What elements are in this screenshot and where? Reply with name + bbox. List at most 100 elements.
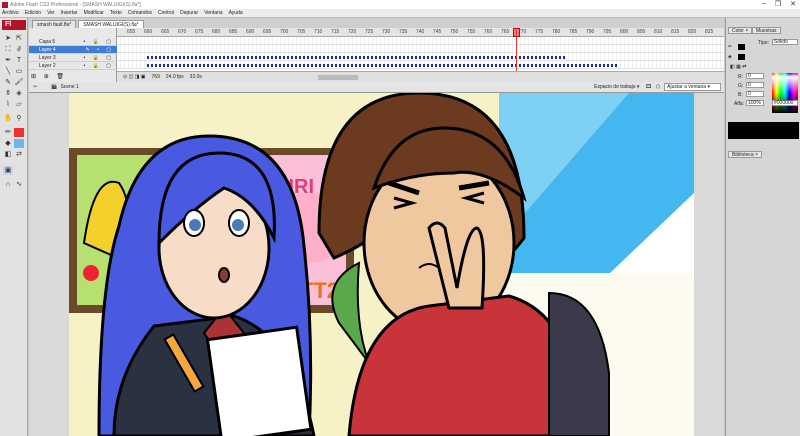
fill-bucket-icon[interactable]: ◈	[728, 54, 732, 60]
pencil-tool-icon[interactable]: ✎	[3, 78, 13, 87]
frame-ruler[interactable]: 655 660 665 670 675 680 685 690 695 700 705 710 715 7…	[117, 28, 724, 37]
selection-tool-icon[interactable]: ➤	[3, 34, 13, 43]
b-input[interactable]: 0	[746, 91, 764, 97]
ruler-tick: 700	[280, 29, 289, 35]
menu-edicion[interactable]: Edición	[25, 10, 41, 16]
free-transform-icon[interactable]: ⛶	[3, 45, 13, 54]
tab-color[interactable]: Color ×	[728, 27, 753, 34]
add-layer-icon[interactable]: ⊞ ⊕ 🗑	[31, 73, 67, 80]
subselection-tool-icon[interactable]: ⇱	[14, 34, 24, 43]
menu-insertar[interactable]: Insertar	[61, 10, 78, 16]
menu-comandos[interactable]: Comandos	[128, 10, 152, 16]
ruler-tick: 755	[467, 29, 476, 35]
menu-texto[interactable]: Texto	[110, 10, 122, 16]
snap-icon[interactable]: ∩	[3, 180, 13, 189]
layer-row[interactable]: Capa 5 • 🔒 ▢	[29, 38, 117, 46]
layer-visibility-lock-icon[interactable]: • 🔒 ▢	[84, 54, 114, 62]
line-tool-icon[interactable]: ╲	[3, 67, 13, 76]
layer-row[interactable]: Layer 2 • 🔒 ▢	[29, 62, 117, 70]
layer-row-selected[interactable]: Layer 4 ✎ • ▢	[29, 46, 117, 54]
layer-visibility-lock-icon[interactable]: • 🔒 ▢	[84, 38, 114, 46]
menu-ventana[interactable]: Ventana	[204, 10, 222, 16]
stroke-pencil-icon[interactable]: ✏	[728, 44, 732, 50]
menu-archivo[interactable]: Archivo	[2, 10, 19, 16]
swap-colors-icon[interactable]: ⇄	[14, 150, 24, 159]
hex-input[interactable]: #000000	[772, 100, 798, 106]
close-button[interactable]: ✕	[790, 0, 796, 8]
stroke-swatch[interactable]	[738, 44, 745, 50]
paint-bucket-icon[interactable]: ◈	[14, 89, 24, 98]
stroke-color-icon[interactable]: ✏	[3, 128, 13, 137]
fill-swatch[interactable]	[738, 54, 745, 60]
zoom-select[interactable]: Ajustar a ventana ▾	[664, 83, 721, 91]
ruler-tick: 805	[637, 29, 646, 35]
menu-modificar[interactable]: Modificar	[84, 10, 104, 16]
menu-depurar[interactable]: Depurar	[180, 10, 198, 16]
tab-muestras[interactable]: Muestras	[752, 27, 781, 34]
tab-smash-waluigi[interactable]: SMASH WALUIGI(S).fla*	[78, 20, 144, 28]
frame-row[interactable]	[117, 53, 724, 61]
brush-tool-icon[interactable]: 🖌	[14, 78, 24, 87]
timeline-scrollbar[interactable]	[317, 74, 358, 80]
layer-visibility-lock-icon[interactable]: • 🔒 ▢	[84, 62, 114, 70]
r-input[interactable]: 0	[746, 73, 764, 79]
frame-row[interactable]	[117, 37, 724, 45]
ruler-tick: 710	[314, 29, 323, 35]
audio-waveform	[147, 64, 617, 67]
type-select[interactable]: Sólido	[772, 39, 798, 45]
tab-biblioteca[interactable]: Biblioteca ×	[728, 151, 762, 158]
zoom-tool-icon[interactable]: ⚲	[14, 114, 24, 123]
back-arrow-icon[interactable]: ⇦	[33, 84, 37, 90]
pen-tool-icon[interactable]: ✒	[3, 56, 13, 65]
audio-waveform	[147, 56, 567, 59]
default-swap-icon[interactable]: ◧ ▦ ⇄	[730, 64, 746, 70]
ruler-tick: 735	[399, 29, 408, 35]
fill-color-swatch[interactable]	[14, 139, 24, 148]
hand-tool-icon[interactable]: ✋	[3, 114, 13, 123]
frame-row[interactable]	[117, 45, 724, 53]
g-input[interactable]: 0	[746, 82, 764, 88]
frame-rate: 24.0 fps	[165, 74, 184, 80]
tab-smash-fault[interactable]: smash fault.fla*	[32, 20, 77, 28]
rectangle-tool-icon[interactable]: ▭	[14, 67, 24, 76]
ruler-tick: 690	[246, 29, 255, 35]
layer-name: Layer 3	[39, 55, 56, 61]
minimize-button[interactable]: –	[762, 0, 766, 8]
ruler-tick: 660	[144, 29, 153, 35]
frame-row[interactable]	[117, 61, 724, 69]
center-frame-icon[interactable]: ⊙ ◫ ◨ ▣	[123, 74, 146, 80]
color-preview	[728, 122, 799, 139]
stage[interactable]: KIRI UTT2	[29, 93, 724, 436]
pencil-icon[interactable]: ✎ • ▢	[86, 46, 114, 54]
ruler-tick: 675	[195, 29, 204, 35]
menu-ver[interactable]: Ver	[47, 10, 55, 16]
object-drawing-icon[interactable]: ▣	[3, 166, 13, 175]
menu-control[interactable]: Control	[158, 10, 174, 16]
color-spectrum[interactable]	[772, 73, 798, 113]
ruler-tick: 745	[433, 29, 442, 35]
edit-scene-icon[interactable]: 🎞	[645, 84, 651, 90]
ink-bottle-icon[interactable]: ⚱	[3, 89, 13, 98]
lasso-tool-icon[interactable]: ∂	[14, 45, 24, 54]
eyedropper-icon[interactable]: ⌇	[3, 100, 13, 109]
workspace-menu[interactable]: Espacio de trabajo ▾	[594, 84, 639, 90]
ruler-tick: 740	[416, 29, 425, 35]
alpha-input[interactable]: 100%	[746, 100, 764, 106]
eraser-icon[interactable]: ▱	[14, 100, 24, 109]
menu-ayuda[interactable]: Ayuda	[229, 10, 243, 16]
g-label: G:	[738, 83, 744, 89]
text-tool-icon[interactable]: T	[14, 56, 24, 65]
window-title: Adobe Flash CS3 Professional - [SMASH WA…	[10, 1, 141, 8]
smooth-icon[interactable]: ∿	[14, 180, 24, 189]
layer-name: Layer 4	[39, 47, 56, 53]
default-colors-icon[interactable]: ◧	[3, 150, 13, 159]
frame-grid[interactable]	[117, 37, 724, 71]
maximize-button[interactable]: ❐	[775, 0, 781, 8]
type-label: Tipo:	[758, 40, 769, 46]
ruler-tick: 670	[178, 29, 187, 35]
edit-symbol-icon[interactable]: ⬡	[656, 84, 660, 90]
fill-color-icon[interactable]: ◆	[3, 139, 13, 148]
stroke-color-swatch[interactable]	[14, 128, 24, 137]
ruler-tick: 685	[229, 29, 238, 35]
layer-row[interactable]: Layer 3 • 🔒 ▢	[29, 54, 117, 62]
